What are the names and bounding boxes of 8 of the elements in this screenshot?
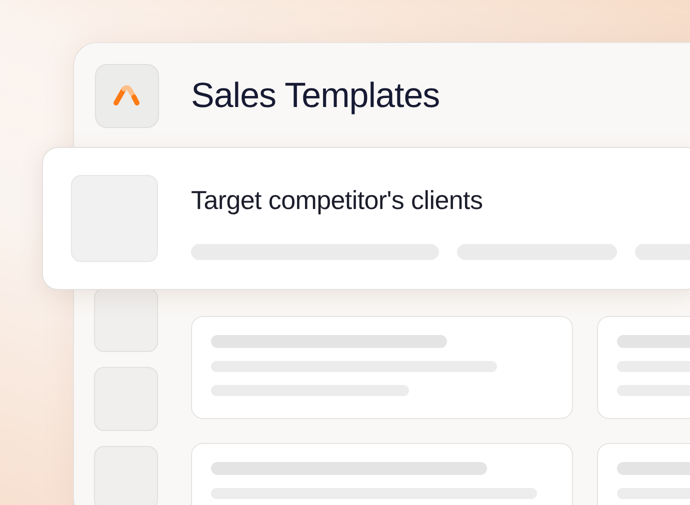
app-logo[interactable] (95, 64, 159, 128)
highlighted-template-card[interactable]: Target competitor's clients (42, 147, 690, 290)
sidebar-item[interactable] (94, 367, 158, 431)
template-title: Target competitor's clients (191, 184, 484, 217)
sidebar-item[interactable] (94, 446, 158, 505)
sidebar-item[interactable] (94, 288, 158, 352)
template-card[interactable] (191, 316, 573, 419)
window-title: Sales Templates (191, 74, 440, 117)
